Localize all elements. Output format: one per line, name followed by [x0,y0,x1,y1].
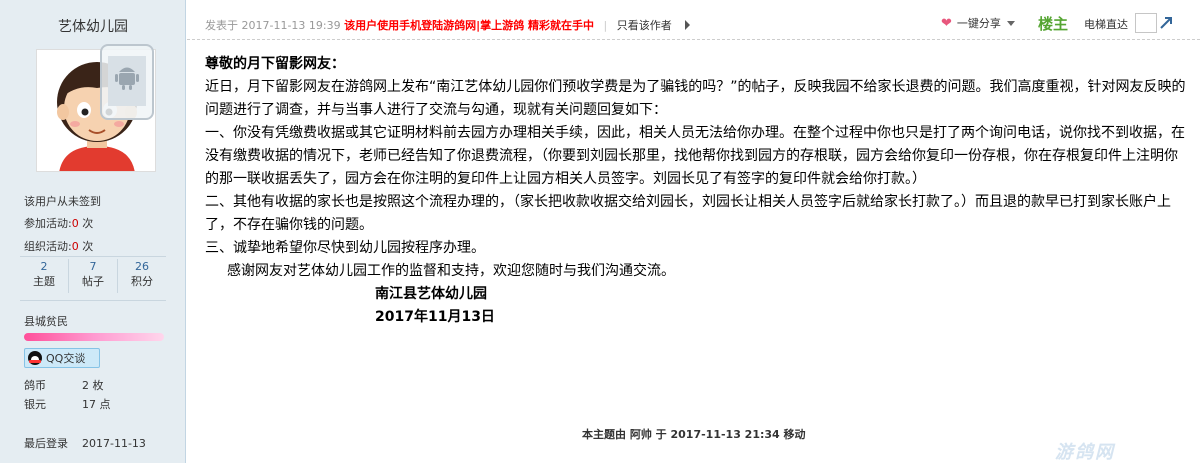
heart-icon: ❤ [941,15,952,31]
paragraph-intro: 近日，月下留影网友在游鸽网上发布“南江艺体幼儿园你们预收学费是为了骗钱的吗？”的… [205,79,1186,118]
silver-value: 17 点 [82,398,111,411]
share-button[interactable]: ❤ 一键分享 [941,15,1015,31]
share-label: 一键分享 [956,17,1001,30]
stat-threads[interactable]: 2 主题 [20,259,69,293]
stat-threads-count[interactable]: 2 [20,259,68,274]
post-message: 尊敬的月下留影网友： 近日，月下留影网友在游鸽网上发布“南江艺体幼儿园你们预收学… [205,53,1190,329]
author-stats: 2 主题 7 帖子 26 积分 [20,259,166,293]
mobile-promo-link[interactable]: 该用户使用手机登陆游鸽网|掌上游鸽 精彩就在手中 [344,19,594,32]
chevron-down-icon [1006,20,1015,26]
activity-join: 参加活动:0 次 [24,215,93,231]
thanks-line: 感谢网友对艺体幼儿园工作的监督和支持，欢迎您随时与我们沟通交流。 [227,263,675,279]
activity-org-count: 0 [71,240,79,253]
paragraph-two: 二、其他有收据的家长也是按照这个流程办理的，（家长把收款收据交给刘园长，刘园长让… [205,194,1171,233]
author-sidebar: 艺体幼儿园 该用户从未签到 参加活动:0 次 组织活动:0 次 2 主题 7 帖… [0,0,186,463]
reverse-order-icon[interactable] [685,20,691,30]
activity-join-label: 参加活动: [24,217,72,230]
activity-org-label: 组织活动: [24,240,72,253]
activity-join-count: 0 [71,217,79,230]
silver-label: 银元 [24,398,46,411]
author-username[interactable]: 艺体幼儿园 [0,16,186,36]
elevator-label: 电梯直达 [1084,18,1128,31]
paragraph-three: 三、诚挚地希望你尽快到幼儿园按程序办理。 [205,240,485,256]
stat-posts[interactable]: 7 帖子 [69,259,118,293]
stat-threads-label[interactable]: 主题 [20,274,68,290]
go-arrow-icon[interactable] [1159,16,1173,30]
divider [20,300,166,301]
rank-progress-bar [24,333,164,341]
post-meta: 发表于 2017-11-13 19:39 该用户使用手机登陆游鸽网|掌上游鸽 精… [205,17,691,33]
user-rank[interactable]: 县城贫民 [24,313,68,329]
stat-points[interactable]: 26 积分 [118,259,166,293]
signin-status: 该用户从未签到 [24,195,101,208]
post-time: 发表于 2017-11-13 19:39 [205,19,341,32]
activity-join-unit: 次 [82,217,94,230]
stat-points-count[interactable]: 26 [118,259,166,274]
mobile-android-icon [100,44,154,120]
qq-penguin-icon [28,351,42,365]
qq-chat-button[interactable]: QQ交谈 [24,348,100,368]
qq-chat-label: QQ交谈 [46,352,86,365]
floor-jump-input[interactable] [1135,13,1157,33]
last-login-value: 2017-11-13 [82,437,146,450]
signature-date: 2017年11月13日 [375,309,495,325]
moderation-note: 本主题由 阿帅 于 2017-11-13 21:34 移动 [582,428,806,441]
last-login-row: 最后登录 2017-11-13 [24,435,146,451]
only-author-link[interactable]: 只看该作者 [617,19,672,32]
floor-label[interactable]: 楼主 [1038,13,1068,34]
paragraph-one: 一、你没有凭缴费收据或其它证明材料前去园方办理相关手续，因此，相关人员无法给你办… [205,125,1185,187]
coins-label: 鸽币 [24,379,46,392]
post-info-bar: 发表于 2017-11-13 19:39 该用户使用手机登陆游鸽网|掌上游鸽 精… [187,0,1200,40]
greeting: 尊敬的月下留影网友： [205,56,345,72]
activity-org-unit: 次 [82,240,94,253]
silver-row: 银元 17 点 [24,396,111,412]
separator: | [603,19,608,32]
last-login-label: 最后登录 [24,437,68,450]
post-body: 发表于 2017-11-13 19:39 该用户使用手机登陆游鸽网|掌上游鸽 精… [187,0,1200,463]
stat-posts-count[interactable]: 7 [69,259,117,274]
activity-org: 组织活动:0 次 [24,238,93,254]
stat-posts-label[interactable]: 帖子 [69,274,117,290]
signature-org: 南江县艺体幼儿园 [375,286,487,302]
stat-points-label[interactable]: 积分 [118,274,166,290]
site-watermark: 游鸽网 [1055,442,1115,463]
divider [20,256,166,257]
coins-row: 鸽币 2 枚 [24,377,104,393]
coins-value: 2 枚 [82,379,104,392]
